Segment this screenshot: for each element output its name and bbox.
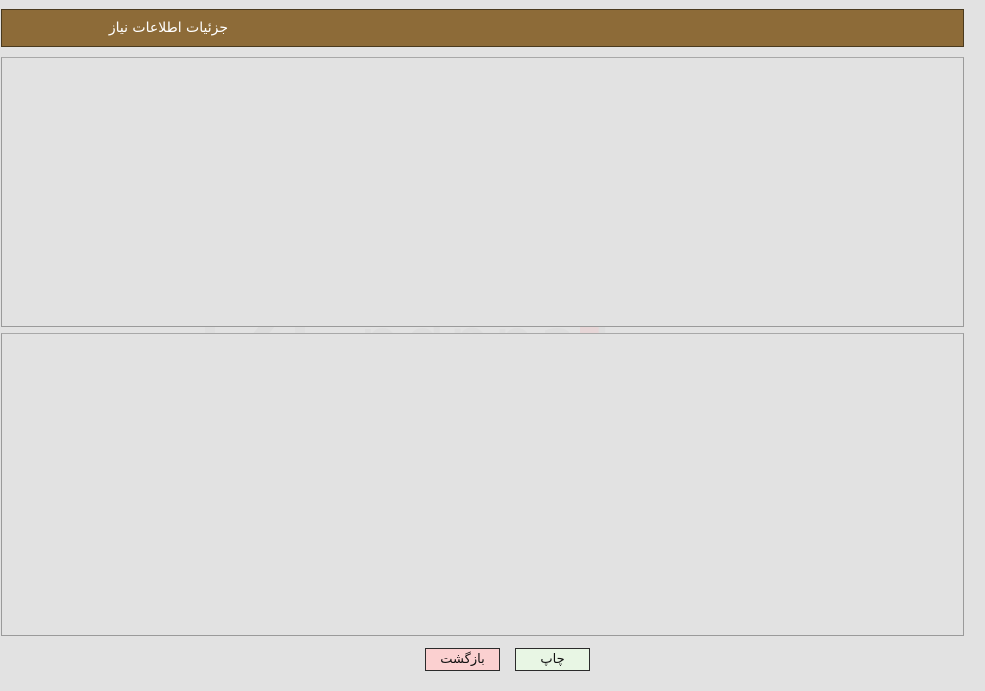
back-button[interactable]: بازگشت bbox=[425, 648, 500, 671]
page-root: AriaTender.net ndpnaT جزئیات اطلاعات نیا… bbox=[0, 0, 985, 691]
print-button[interactable]: چاپ bbox=[515, 648, 590, 671]
page-title: جزئیات اطلاعات نیاز bbox=[108, 20, 228, 36]
header-bar: جزئیات اطلاعات نیاز bbox=[1, 9, 964, 47]
service-details-panel bbox=[1, 333, 964, 636]
need-info-panel bbox=[1, 57, 964, 327]
